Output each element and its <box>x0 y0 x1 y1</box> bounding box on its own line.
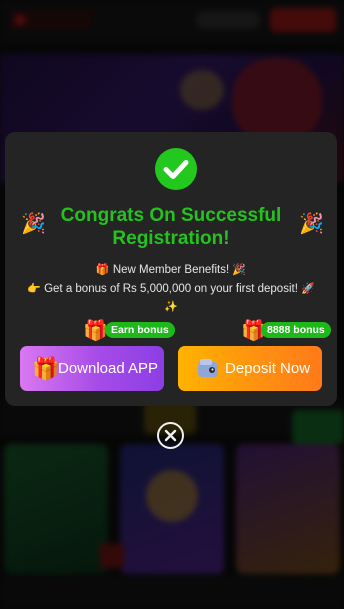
registration-success-modal: 🎉 Congrats On Successful Registration! 🎉… <box>5 132 337 406</box>
sparkles-icon: ✨ <box>164 301 178 313</box>
deposit-bonus-badge: 8888 bonus <box>261 322 331 338</box>
party-popper-icon: 🎉 <box>232 264 247 276</box>
party-popper-icon: 🎉 <box>21 213 46 235</box>
benefits-heading-text: New Member Benefits! <box>112 264 230 276</box>
bonus-description-text: Get a bonus of Rs 5,000,000 on your firs… <box>44 283 298 295</box>
party-popper-icon: 🎉 <box>299 213 324 235</box>
hand-pointing-icon: 👉 <box>27 283 41 295</box>
modal-title: Congrats On Successful Registration! <box>60 205 282 249</box>
gift-icon: 🎁 <box>95 264 110 276</box>
download-app-button[interactable]: 🎁 Download APP <box>20 346 164 391</box>
download-app-label: Download APP <box>58 360 159 377</box>
benefits-heading: 🎁 New Member Benefits! 🎉 <box>15 263 327 278</box>
earn-bonus-badge: Earn bonus <box>105 322 175 338</box>
success-checkmark-icon <box>155 148 197 190</box>
bonus-description: 👉 Get a bonus of Rs 5,000,000 on your fi… <box>15 282 327 297</box>
deposit-now-button[interactable]: Deposit Now <box>178 346 322 391</box>
gift-icon: 🎁 <box>32 356 60 381</box>
close-modal-button[interactable] <box>157 422 184 449</box>
close-icon <box>164 429 177 442</box>
rocket-icon: 🚀 <box>301 283 315 295</box>
wallet-icon <box>196 356 220 386</box>
deposit-now-label: Deposit Now <box>225 360 311 377</box>
bonus-description-end: ✨ <box>15 300 327 315</box>
